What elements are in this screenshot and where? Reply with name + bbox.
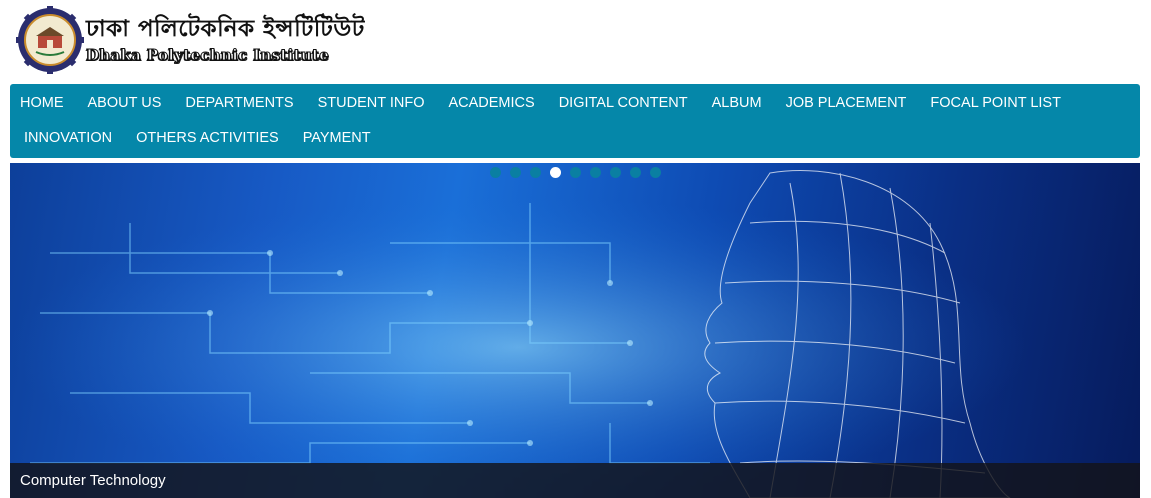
nav-item-album[interactable]: ALBUM bbox=[702, 84, 772, 119]
institute-emblem-icon bbox=[16, 6, 84, 74]
slider-dot[interactable] bbox=[630, 167, 641, 178]
site-logo[interactable]: ঢাকা পলিটেকনিক ইন্সটিটিউট Dhaka Polytech… bbox=[16, 6, 365, 74]
main-nav: HOME ABOUT US DEPARTMENTS STUDENT INFO A… bbox=[10, 84, 1140, 158]
nav-item-others-activities[interactable]: OTHERS ACTIVITIES bbox=[126, 119, 289, 154]
slider-dot[interactable] bbox=[570, 167, 581, 178]
nav-item-about-us[interactable]: ABOUT US bbox=[78, 84, 172, 119]
nav-item-student-info[interactable]: STUDENT INFO bbox=[308, 84, 435, 119]
slide-caption-bar: Computer Technology bbox=[10, 463, 1140, 498]
slide-caption: Computer Technology bbox=[20, 472, 166, 489]
nav-item-focal-point-list[interactable]: FOCAL POINT LIST bbox=[920, 84, 1071, 119]
slider-dot-active[interactable] bbox=[550, 167, 561, 178]
nav-item-job-placement[interactable]: JOB PLACEMENT bbox=[776, 84, 917, 119]
slider-dot[interactable] bbox=[610, 167, 621, 178]
logo-bengali-text: ঢাকা পলিটেকনিক ইন্সটিটিউট bbox=[86, 15, 365, 42]
slider-dot[interactable] bbox=[490, 167, 501, 178]
slider-dot[interactable] bbox=[650, 167, 661, 178]
slider-dot[interactable] bbox=[590, 167, 601, 178]
nav-item-innovation[interactable]: INNOVATION bbox=[14, 119, 122, 154]
slider-dot[interactable] bbox=[530, 167, 541, 178]
slider-pagination bbox=[490, 167, 670, 178]
slider-dot[interactable] bbox=[510, 167, 521, 178]
nav-item-digital-content[interactable]: DIGITAL CONTENT bbox=[549, 84, 698, 119]
nav-item-academics[interactable]: ACADEMICS bbox=[438, 84, 544, 119]
nav-item-departments[interactable]: DEPARTMENTS bbox=[175, 84, 303, 119]
slide-image bbox=[10, 163, 1140, 498]
logo-english-text: Dhaka Polytechnic Institute bbox=[86, 46, 330, 65]
nav-item-payment[interactable]: PAYMENT bbox=[293, 119, 381, 154]
site-header: ঢাকা পলিটেকনিক ইন্সটিটিউট Dhaka Polytech… bbox=[0, 0, 1151, 84]
hero-slider[interactable]: Computer Technology bbox=[10, 163, 1140, 498]
nav-item-home[interactable]: HOME bbox=[10, 84, 74, 119]
